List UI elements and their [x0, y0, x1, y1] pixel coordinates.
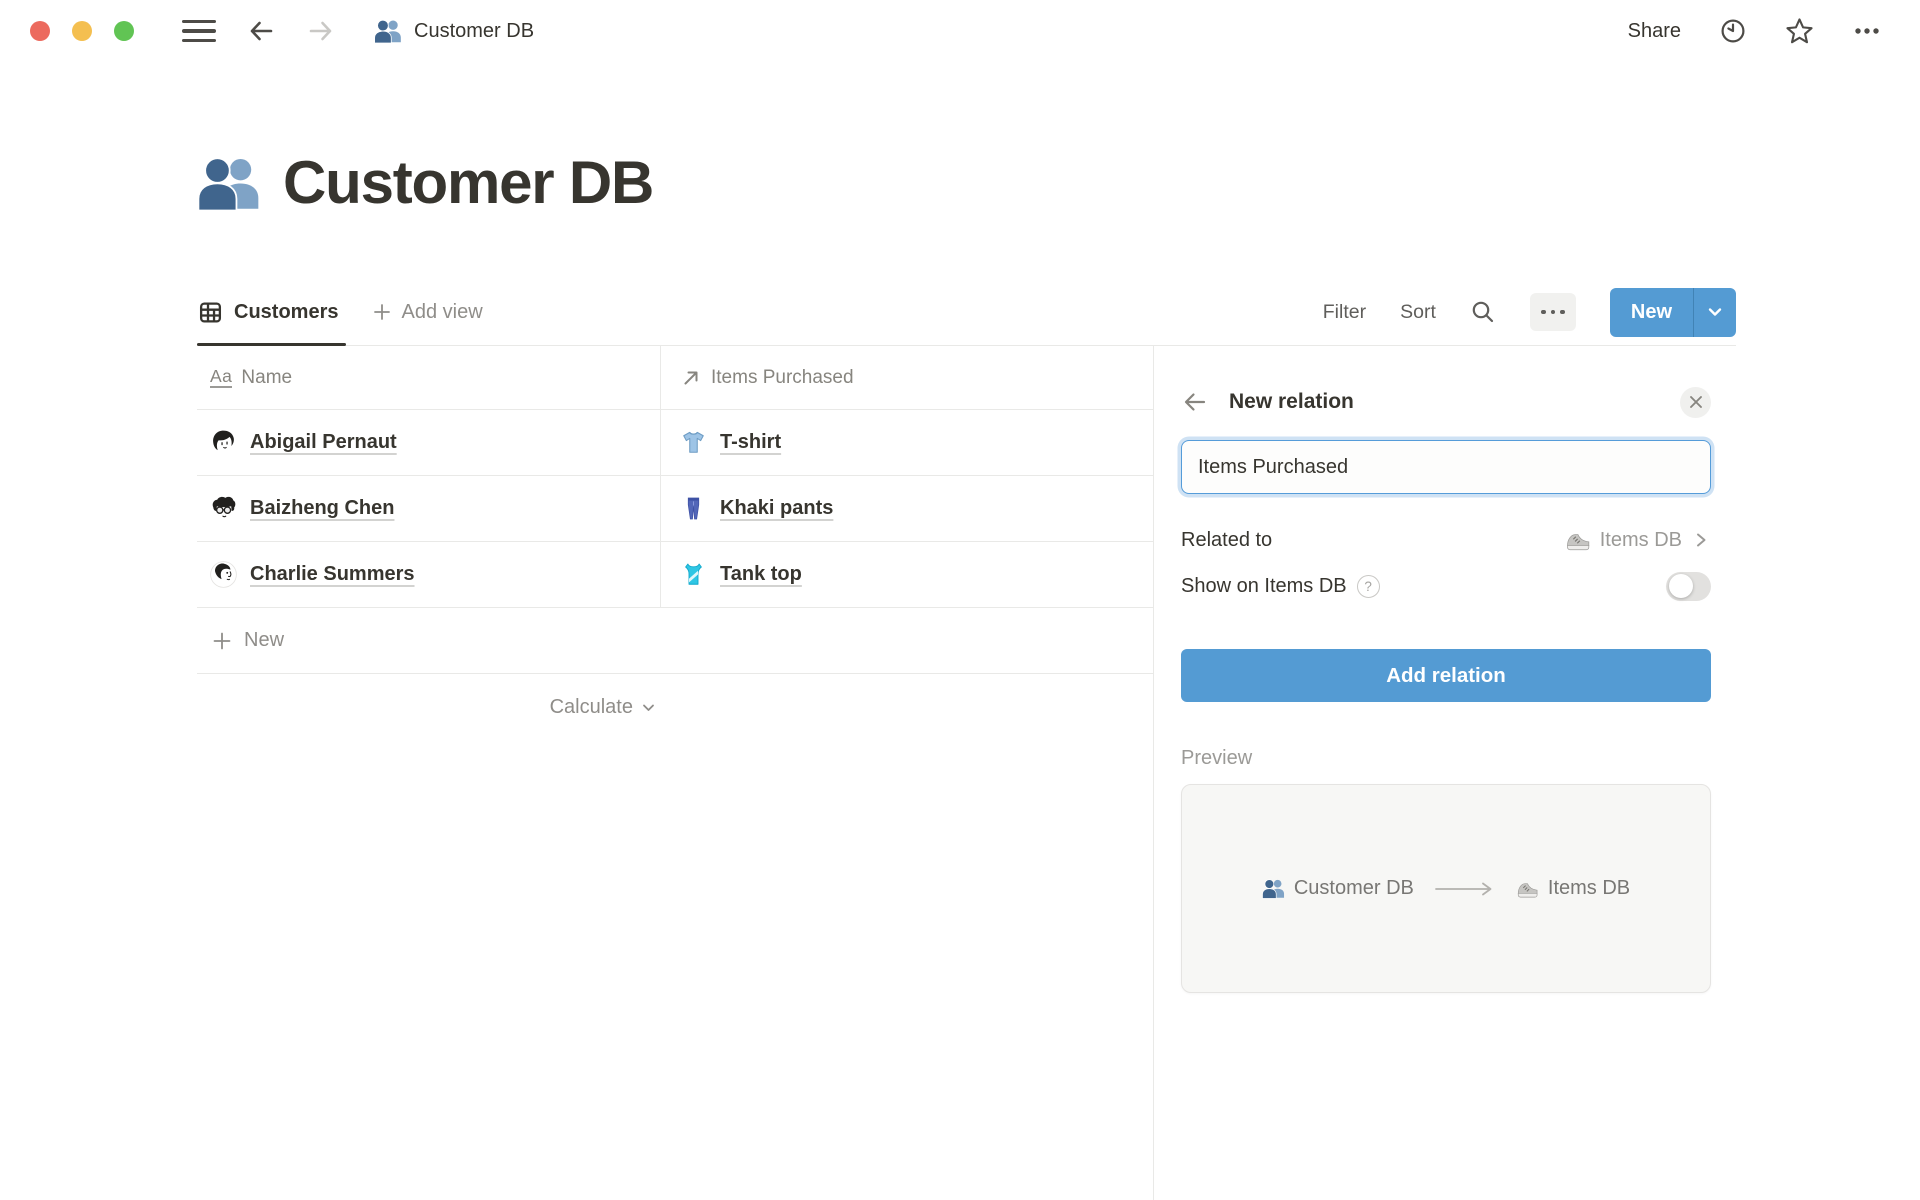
busts-icon [197, 151, 261, 215]
related-to-label: Related to [1181, 529, 1272, 552]
clock-icon[interactable] [1719, 17, 1747, 45]
tab-customers[interactable]: Customers [197, 279, 346, 345]
related-to-row: Related to Items DB [1181, 517, 1711, 563]
item-link[interactable]: Tank top [720, 563, 802, 586]
relation-name-input[interactable] [1181, 440, 1711, 494]
traffic-light-zoom[interactable] [114, 21, 134, 41]
related-to-value: Items DB [1600, 529, 1682, 552]
breadcrumb[interactable]: Customer DB [374, 17, 534, 45]
sneaker-icon [1516, 877, 1539, 900]
title-Aa-icon: Aa [210, 367, 232, 387]
sidebar-toggle-icon[interactable] [182, 14, 216, 49]
relation-preview: Customer DB Items DB [1181, 784, 1711, 993]
view-options-ellipsis-icon[interactable] [1530, 293, 1576, 331]
close-button[interactable] [1680, 387, 1711, 418]
plus-icon [372, 302, 392, 322]
ellipsis-icon[interactable] [1852, 17, 1882, 45]
traffic-light-close[interactable] [30, 21, 50, 41]
preview-source: Customer DB [1294, 877, 1414, 900]
tab-label: Customers [234, 301, 338, 324]
table-row: Abigail Pernaut T-shirt [197, 410, 1153, 476]
table-row: Charlie Summers Tank top [197, 542, 1153, 608]
cell-name[interactable]: Charlie Summers [197, 542, 661, 607]
column-header-name[interactable]: Aa Name [197, 346, 661, 409]
preview-target: Items DB [1548, 877, 1630, 900]
view-toolbar: Customers Add view Filter Sort New [197, 279, 1736, 346]
chevron-down-icon [1705, 302, 1725, 322]
avatar-woman-bob [210, 429, 237, 456]
related-to-select[interactable]: Items DB [1565, 527, 1711, 553]
calculate-button[interactable]: Calculate [197, 674, 661, 740]
share-button[interactable]: Share [1628, 20, 1681, 43]
busts-icon [1262, 877, 1285, 900]
new-button[interactable]: New [1610, 288, 1736, 337]
show-on-label: Show on Items DB [1181, 575, 1347, 598]
avatar-person-profile [210, 561, 237, 588]
show-on-toggle[interactable] [1666, 572, 1711, 601]
column-label: Name [241, 367, 292, 389]
add-view-label: Add view [401, 301, 482, 324]
customers-table: Aa Name Items Purchased Abigail Pernaut [197, 346, 1153, 740]
breadcrumb-title: Customer DB [414, 20, 534, 43]
table-view-icon [198, 300, 223, 325]
long-arrow-icon [1434, 880, 1496, 898]
traffic-light-minimize[interactable] [72, 21, 92, 41]
customer-name-link[interactable]: Abigail Pernaut [250, 431, 397, 454]
cell-items-purchased[interactable]: T-shirt [661, 410, 1153, 475]
plus-icon [211, 630, 233, 652]
star-icon[interactable] [1785, 17, 1814, 46]
jeans-icon [680, 495, 707, 522]
new-dropdown-button[interactable] [1694, 288, 1736, 337]
preview-label: Preview [1181, 747, 1711, 770]
page-title[interactable]: Customer DB [283, 148, 653, 217]
cell-name[interactable]: Abigail Pernaut [197, 410, 661, 475]
chevron-right-icon [1691, 530, 1711, 550]
cell-name[interactable]: Baizheng Chen [197, 476, 661, 541]
column-header-items-purchased[interactable]: Items Purchased [661, 346, 1153, 409]
calculate-label: Calculate [550, 696, 633, 719]
new-row-label: New [244, 629, 284, 652]
customer-name-link[interactable]: Charlie Summers [250, 563, 415, 586]
panel-title: New relation [1229, 390, 1354, 414]
add-relation-button[interactable]: Add relation [1181, 649, 1711, 702]
relation-arrow-icon [680, 367, 702, 389]
search-icon[interactable] [1470, 299, 1496, 325]
new-relation-panel: New relation Related to Items DB Show on… [1153, 346, 1920, 1200]
chevron-down-icon [640, 699, 657, 716]
cell-items-purchased[interactable]: Tank top [661, 542, 1153, 607]
column-label: Items Purchased [711, 367, 854, 389]
item-link[interactable]: Khaki pants [720, 497, 833, 520]
sneaker-icon [1565, 527, 1591, 553]
sort-button[interactable]: Sort [1400, 301, 1436, 324]
customer-name-link[interactable]: Baizheng Chen [250, 497, 394, 520]
back-icon[interactable] [246, 16, 276, 46]
table-header-row: Aa Name Items Purchased [197, 346, 1153, 410]
help-icon[interactable]: ? [1357, 575, 1380, 598]
back-icon[interactable] [1181, 388, 1209, 416]
avatar-man-glasses [210, 495, 237, 522]
new-row-button[interactable]: New [197, 608, 1153, 674]
show-on-row: Show on Items DB ? [1181, 563, 1711, 609]
window-titlebar: Customer DB Share [0, 0, 1920, 62]
tank-top-icon [680, 561, 707, 588]
add-view-button[interactable]: Add view [372, 301, 482, 324]
new-button-label[interactable]: New [1610, 288, 1693, 337]
forward-icon[interactable] [306, 16, 336, 46]
busts-icon [374, 17, 402, 45]
t-shirt-icon [680, 429, 707, 456]
filter-button[interactable]: Filter [1323, 301, 1366, 324]
cell-items-purchased[interactable]: Khaki pants [661, 476, 1153, 541]
table-row: Baizheng Chen Khaki pants [197, 476, 1153, 542]
close-icon [1688, 394, 1704, 410]
item-link[interactable]: T-shirt [720, 431, 781, 454]
